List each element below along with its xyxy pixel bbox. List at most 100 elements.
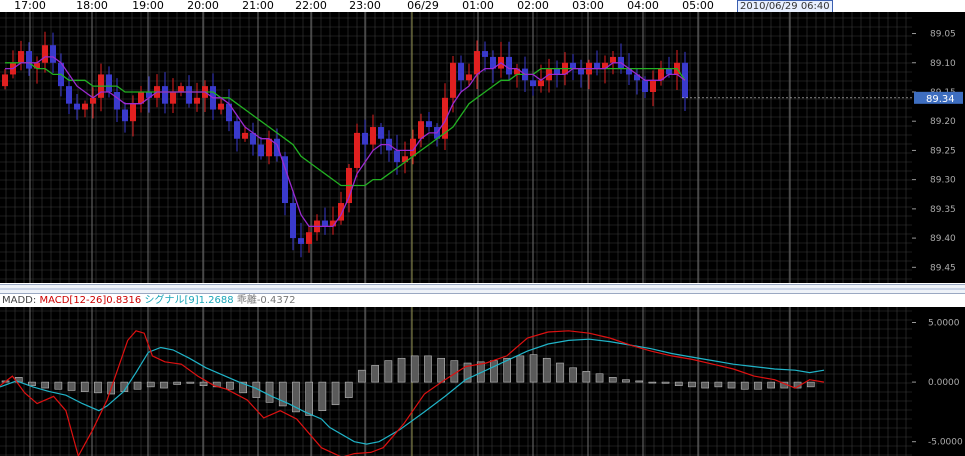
candle-body	[378, 127, 384, 139]
time-axis: 2010/06/29 06:40 17:00 18:00 19:00 20:00 21:…	[0, 0, 965, 13]
candle-body	[130, 103, 136, 122]
macd-histogram-bar	[358, 369, 366, 383]
panel-divider[interactable]	[0, 284, 965, 294]
time-axis-label: 20:00	[187, 0, 219, 12]
macd-histogram-bar	[133, 381, 142, 390]
macd-histogram-bar	[160, 381, 168, 389]
time-axis-label: 06/29	[407, 0, 439, 12]
time-axis-label: 21:00	[242, 0, 274, 12]
macd-histogram-bar	[54, 381, 63, 390]
macd-legend-divergence-label: 乖離	[236, 295, 257, 306]
divider-grip	[0, 288, 965, 290]
time-axis-label: 18:00	[76, 0, 108, 12]
candle-body	[578, 68, 584, 75]
candle-body	[482, 51, 488, 57]
macd-axis-tick-label: 5.0000	[928, 318, 960, 328]
price-axis-tick-label: 89.35	[930, 205, 956, 215]
macd-histogram-bar	[318, 381, 327, 412]
macd-histogram-bar	[331, 381, 340, 406]
macd-histogram-bar	[384, 360, 393, 383]
macd-histogram-bar	[595, 373, 604, 383]
candle-body	[50, 45, 56, 63]
macd-axis-tick-label: -5.0000	[928, 438, 963, 448]
macd-histogram-bar	[265, 381, 274, 403]
candle-body	[362, 132, 368, 145]
macd-histogram-bar	[199, 381, 208, 386]
time-axis-label: 03:00	[572, 0, 604, 12]
candle-body	[74, 103, 80, 110]
candle-body	[178, 86, 184, 92]
candle-body	[394, 150, 400, 163]
macd-histogram-bar	[727, 381, 736, 389]
macd-histogram-bar	[344, 381, 353, 398]
candle-body	[82, 103, 88, 110]
macd-histogram-bar	[688, 381, 696, 388]
price-axis-tick-label: 89.05	[930, 30, 956, 40]
candle-body	[218, 103, 224, 110]
macd-histogram-bar	[410, 355, 419, 383]
macd-chart-panel[interactable]: 5.0000 0.0000 -5.0000	[0, 307, 965, 456]
candle-body	[298, 238, 304, 244]
macd-histogram-bar	[424, 355, 432, 383]
macd-histogram-bar	[556, 362, 564, 383]
macd-histogram-bar	[754, 381, 762, 390]
macd-legend-signal-value: 1.2688	[198, 295, 234, 306]
macd-histogram-bar	[305, 381, 314, 416]
macd-axis-tick-label: 0.0000	[928, 378, 960, 388]
candle-body	[354, 132, 360, 168]
candle-body	[66, 86, 72, 104]
candle-body	[274, 138, 280, 157]
macd-legend-macd-value: 0.8316	[106, 295, 142, 306]
time-axis-label: 19:00	[132, 0, 164, 12]
price-chart-panel[interactable]: 89.4589.4089.3589.3089.2589.2089.1589.10…	[0, 12, 965, 283]
macd-histogram-bar	[569, 367, 577, 383]
macd-histogram-bar	[186, 381, 195, 384]
macd-histogram-bar	[714, 381, 723, 388]
candle-body	[474, 51, 480, 75]
macd-histogram-bar	[806, 381, 815, 388]
macd-histogram-bar	[397, 357, 406, 383]
candle-body	[26, 51, 32, 69]
current-price-label: 89.34	[926, 94, 955, 105]
candle-body	[42, 45, 48, 63]
candle-body	[450, 62, 456, 98]
macd-histogram-bar	[173, 381, 182, 385]
macd-histogram-bar	[529, 354, 538, 383]
macd-legend-divergence-value: -0.4372	[256, 295, 296, 306]
candle-body	[506, 56, 512, 75]
time-axis-label: 04:00	[627, 0, 659, 12]
candle-body	[418, 121, 424, 139]
time-axis-label: 23:00	[349, 0, 381, 12]
macd-histogram-bar	[767, 381, 775, 389]
macd-histogram-bar	[41, 381, 49, 389]
macd-histogram-bar	[450, 360, 459, 383]
time-axis-label: 05:00	[682, 0, 714, 12]
macd-histogram-bar	[661, 381, 670, 384]
candle-body	[554, 68, 560, 75]
macd-legend-title: MADD:	[2, 295, 37, 306]
candle-body	[594, 62, 600, 69]
macd-histogram-bar	[635, 380, 643, 383]
candle-body	[570, 62, 576, 69]
candle-body	[234, 121, 240, 139]
candle-body	[258, 144, 264, 157]
macd-histogram-bar	[701, 381, 709, 389]
candle-body	[170, 91, 176, 104]
macd-histogram-bar	[67, 381, 76, 391]
candle-body	[610, 56, 616, 63]
macd-histogram-bar	[226, 381, 234, 390]
candle-body	[90, 97, 96, 104]
macd-histogram-bar	[740, 381, 749, 390]
macd-legend: MADD: MACD[12-26]0.8316 シグナル[9]1.2688 乖離…	[2, 295, 295, 307]
candle-body	[666, 68, 672, 75]
candle-body	[650, 80, 656, 92]
candle-body	[242, 132, 248, 139]
candle-body	[2, 74, 8, 87]
macd-histogram-bar	[622, 379, 630, 383]
macd-histogram-bar	[582, 371, 591, 383]
macd-histogram-bar	[542, 357, 551, 383]
time-axis-label: 01:00	[462, 0, 494, 12]
candle-body	[530, 80, 536, 87]
candle-body	[122, 109, 128, 122]
candle-body	[290, 203, 296, 239]
